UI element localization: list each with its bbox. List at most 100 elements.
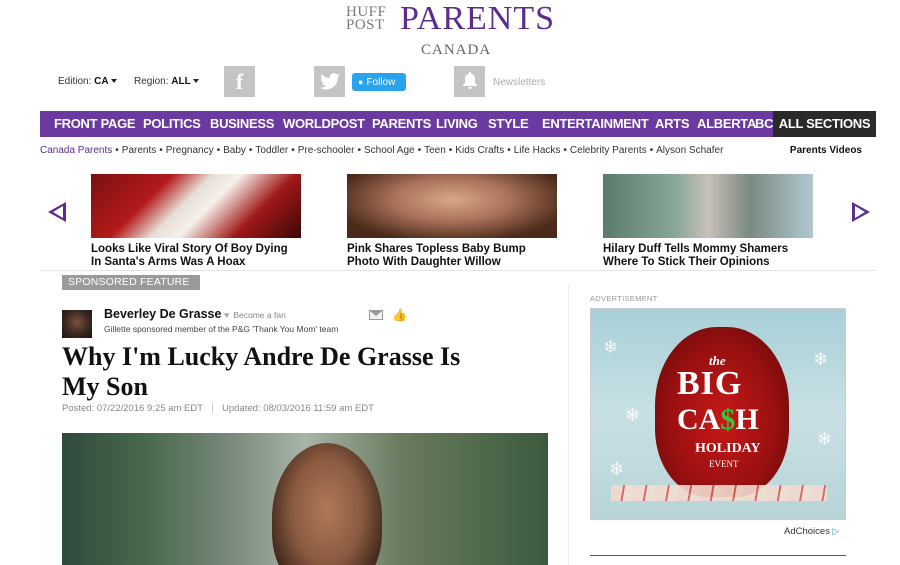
separator-dot: •	[357, 145, 361, 156]
divider	[590, 555, 846, 556]
advertisement-banner[interactable]: ❄ ❄ ❄ ❄ ❄ the BIG CA$H HOLIDAY EVENT	[590, 308, 846, 520]
subnav-item-kids-crafts[interactable]: Kids Crafts	[455, 145, 504, 156]
snowflake-icon: ❄	[625, 405, 641, 425]
carousel-card[interactable]: Looks Like Viral Story Of Boy Dying In S…	[91, 174, 301, 269]
region-dropdown[interactable]: Region: ALL	[134, 76, 199, 87]
author-bio: Gillette sponsored member of the P&G 'Th…	[104, 324, 339, 334]
story-thumbnail[interactable]	[347, 174, 557, 238]
ad-cash-dollar: $	[720, 403, 736, 436]
subnav-item-alyson-schafer[interactable]: Alyson Schafer	[656, 145, 723, 156]
nav-item-business[interactable]: BUSINESS	[210, 111, 274, 137]
become-fan-label: Become a fan	[233, 310, 286, 320]
heart-icon: ♥	[224, 310, 230, 320]
main-nav: FRONT PAGE POLITICS BUSINESS WORLDPOST P…	[40, 111, 876, 137]
parents-subnav: Canada Parents • Parents • Pregnancy • Baby • To…	[40, 145, 876, 159]
separator-dot: •	[115, 145, 119, 156]
carousel-card[interactable]: Pink Shares Topless Baby Bump Photo With…	[347, 174, 557, 269]
subnav-item-baby[interactable]: Baby	[223, 145, 246, 156]
article-dates: Posted: 07/22/2016 9:25 am EDT Updated: 0…	[62, 403, 374, 414]
subnav-item-school-age[interactable]: School Age	[364, 145, 415, 156]
subnav-item-parents-videos[interactable]: Parents Videos	[790, 145, 862, 156]
nav-item-alberta[interactable]: ALBERTA	[697, 111, 756, 137]
ad-text: HOLIDAY	[695, 441, 761, 456]
story-thumbnail[interactable]	[91, 174, 301, 238]
avatar[interactable]	[62, 310, 92, 338]
adchoices-icon: ▷	[831, 526, 839, 536]
twitter-follow-button[interactable]: ● Follow	[352, 73, 406, 91]
logo-post-text: POST	[346, 17, 385, 33]
nav-item-style[interactable]: STYLE	[488, 111, 529, 137]
snowflake-icon: ❄	[817, 429, 833, 449]
ad-text: EVENT	[709, 459, 739, 469]
huffpost-logo[interactable]: HUFF POST	[346, 5, 386, 33]
edition-value: CA	[94, 76, 109, 87]
edition-dropdown[interactable]: Edition: CA	[58, 76, 117, 87]
subnav-item-pre-schooler[interactable]: Pre-schooler	[298, 145, 355, 156]
chevron-down-icon	[110, 79, 117, 84]
mail-icon[interactable]	[369, 310, 383, 320]
date-separator	[212, 403, 214, 414]
subnav-item-toddler[interactable]: Toddler	[255, 145, 288, 156]
chevron-left-icon[interactable]	[48, 202, 66, 222]
adchoices-link[interactable]: AdChoices ▷	[784, 526, 839, 537]
subnav-item-teen[interactable]: Teen	[424, 145, 446, 156]
subnav-item-celebrity-parents[interactable]: Celebrity Parents	[570, 145, 647, 156]
nav-item-living[interactable]: LIVING	[436, 111, 478, 137]
nav-item-bc[interactable]: BC	[755, 111, 773, 137]
canada-label: CANADA	[421, 42, 492, 58]
carousel-card[interactable]: Hilary Duff Tells Mommy Shamers Where To…	[603, 174, 813, 269]
separator-dot: •	[248, 145, 253, 156]
story-caption[interactable]: Looks Like Viral Story Of Boy Dying In S…	[91, 243, 301, 269]
facebook-icon[interactable]: f	[224, 66, 255, 97]
ad-cash-part: CA	[677, 403, 721, 436]
twitter-icon[interactable]	[314, 66, 345, 97]
advertisement-label: ADVERTISEMENT	[590, 294, 658, 303]
subnav-item-pregnancy[interactable]: Pregnancy	[166, 145, 214, 156]
region-value: ALL	[171, 76, 191, 87]
author-photo-subject	[272, 443, 382, 565]
ad-cash-part: H	[735, 403, 759, 436]
adchoices-label: AdChoices	[784, 526, 830, 537]
nav-item-entertainment[interactable]: ENTERTAINMENT	[542, 111, 649, 137]
thumbs-up-icon[interactable]: 👍	[392, 308, 407, 322]
region-label: Region:	[134, 76, 169, 87]
divider	[40, 270, 876, 271]
nav-item-parents[interactable]: PARENTS	[372, 111, 431, 137]
story-caption[interactable]: Pink Shares Topless Baby Bump Photo With…	[347, 243, 557, 269]
nav-item-worldpost[interactable]: WORLDPOST	[283, 111, 365, 137]
follow-label: Follow	[366, 77, 396, 88]
author-name[interactable]: Beverley De Grasse	[104, 307, 221, 321]
separator-dot: •	[216, 145, 221, 156]
subnav-item-parents[interactable]: Parents	[122, 145, 156, 156]
nav-item-front-page[interactable]: FRONT PAGE	[54, 111, 136, 137]
become-fan-link[interactable]: ♥ Become a fan	[224, 310, 286, 320]
article-headline: Why I'm Lucky Andre De Grasse Is My Son	[62, 342, 562, 402]
column-divider	[568, 285, 569, 565]
story-caption[interactable]: Hilary Duff Tells Mommy Shamers Where To…	[603, 243, 813, 269]
separator-dot: •	[417, 145, 422, 156]
separator-dot: •	[448, 145, 453, 156]
ad-text: CA$H	[677, 403, 759, 437]
subnav-item-canada-parents[interactable]: Canada Parents	[40, 145, 112, 156]
subnav-item-life-hacks[interactable]: Life Hacks	[514, 145, 561, 156]
all-sections-button[interactable]: ALL SECTIONS	[773, 111, 876, 137]
snowflake-icon: ❄	[609, 459, 625, 479]
newsletters-link[interactable]: Newsletters	[493, 77, 545, 88]
updated-date: Updated: 08/03/2016 11:59 am EDT	[222, 403, 374, 414]
chevron-right-icon[interactable]	[852, 202, 870, 222]
story-thumbnail[interactable]	[603, 174, 813, 238]
masthead: HUFF POST PARENTS CANADA	[0, 0, 900, 62]
bell-shape-icon	[462, 72, 477, 89]
twitter-bird-icon	[319, 73, 340, 90]
nav-item-arts[interactable]: ARTS	[655, 111, 690, 137]
parents-logo[interactable]: PARENTS	[400, 0, 555, 38]
separator-dot: •	[649, 145, 654, 156]
headline-line: Why I'm Lucky Andre De Grasse Is	[62, 342, 461, 371]
nav-item-politics[interactable]: POLITICS	[143, 111, 201, 137]
story-carousel: Looks Like Viral Story Of Boy Dying In S…	[40, 172, 876, 272]
bell-icon[interactable]	[454, 66, 485, 97]
headline-line: My Son	[62, 372, 148, 401]
separator-dot: •	[507, 145, 511, 156]
sponsored-badge: SPONSORED FEATURE	[62, 275, 200, 290]
separator-dot: •	[291, 145, 295, 156]
